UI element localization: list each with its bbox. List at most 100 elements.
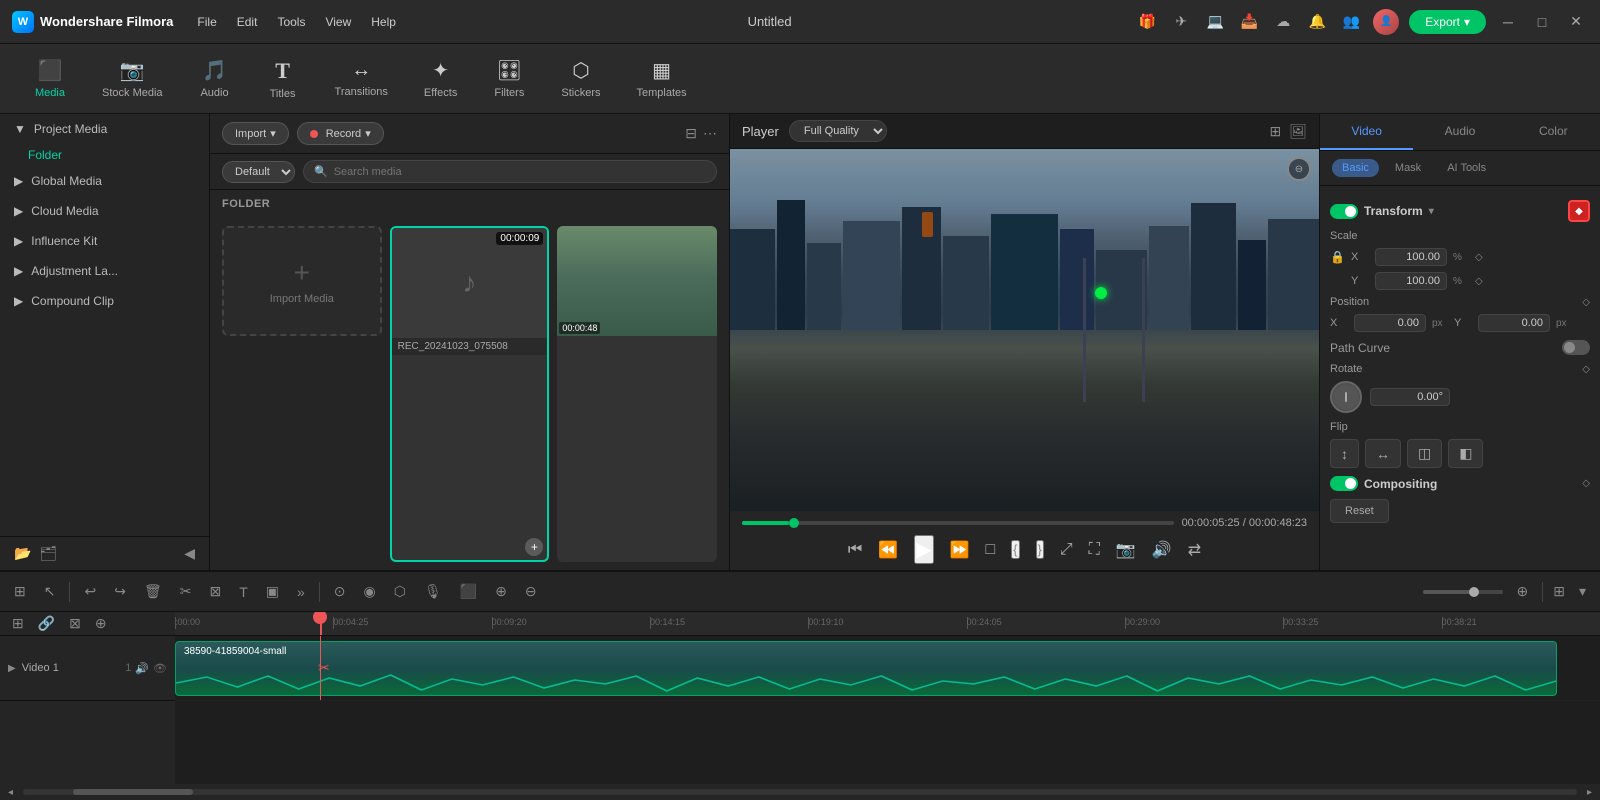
- sub-tab-mask[interactable]: Mask: [1385, 159, 1431, 177]
- toolbar-stock[interactable]: 📷 Stock Media: [88, 52, 177, 105]
- position-x-input[interactable]: [1354, 314, 1426, 332]
- play-button[interactable]: ▶: [914, 535, 933, 564]
- tl-circle-icon[interactable]: ◉: [360, 579, 380, 604]
- tl-redo-icon[interactable]: ↪: [110, 579, 130, 604]
- quality-select[interactable]: Full Quality: [789, 120, 887, 142]
- filter-more-icon[interactable]: ⋯: [703, 125, 717, 142]
- camera-button[interactable]: 📷: [1116, 540, 1136, 560]
- search-box[interactable]: 🔍: [303, 160, 717, 183]
- sidebar-item-adjustment[interactable]: ▶ Adjustment La...: [0, 256, 209, 286]
- rotate-dial[interactable]: [1330, 381, 1362, 413]
- transform-keyframe-button[interactable]: ◆: [1568, 200, 1590, 222]
- tl-trim-icon[interactable]: ⊠: [205, 579, 225, 604]
- tl-grid-icon[interactable]: ⊞: [1553, 583, 1565, 600]
- people-icon[interactable]: 👥: [1339, 10, 1363, 34]
- loop-button[interactable]: □: [986, 541, 996, 559]
- tl-chevron-icon[interactable]: ▾: [1575, 579, 1590, 604]
- tl-eye-icon[interactable]: 👁: [153, 662, 167, 675]
- toolbar-titles[interactable]: T Titles: [253, 52, 313, 106]
- tl-shield-icon[interactable]: ⬡: [390, 579, 410, 604]
- sub-tab-basic[interactable]: Basic: [1332, 159, 1379, 177]
- collapse-panel-icon[interactable]: ◀: [184, 545, 195, 562]
- progress-track[interactable]: [742, 521, 1174, 525]
- scale-x-keyframe-icon[interactable]: ◇: [1475, 252, 1483, 263]
- toolbar-filters[interactable]: 🎛 Filters: [479, 52, 539, 105]
- transform-toggle[interactable]: [1330, 204, 1358, 219]
- position-y-input[interactable]: [1478, 314, 1550, 332]
- import-media-placeholder[interactable]: + Import Media: [222, 226, 382, 336]
- tl-more-icon[interactable]: »: [293, 580, 309, 604]
- maximize-icon[interactable]: □: [1530, 10, 1554, 34]
- new-folder-icon[interactable]: 🗂: [39, 545, 57, 562]
- fullscreen-button[interactable]: ⛶: [1089, 541, 1100, 559]
- user-avatar[interactable]: 👤: [1373, 9, 1399, 35]
- sidebar-item-project-media[interactable]: ▼ Project Media: [0, 114, 209, 144]
- range-button[interactable]: ⤢: [1060, 541, 1073, 559]
- tl-add-layer-icon[interactable]: ⊞: [8, 612, 28, 636]
- toolbar-media[interactable]: ⬛ Media: [20, 52, 80, 105]
- menu-help[interactable]: Help: [363, 11, 404, 33]
- search-input[interactable]: [334, 166, 706, 178]
- sidebar-item-cloud-media[interactable]: ▶ Cloud Media: [0, 196, 209, 226]
- flip-h2-button[interactable]: ◫: [1407, 439, 1442, 468]
- tl-speaker-icon[interactable]: 🔊: [135, 662, 149, 675]
- tl-undo-icon[interactable]: ↩: [80, 579, 100, 604]
- gift-icon[interactable]: 🎁: [1135, 10, 1159, 34]
- toolbar-stickers[interactable]: ⬡ Stickers: [547, 52, 614, 105]
- flip-vertical-button[interactable]: ↔: [1365, 439, 1401, 468]
- skip-back-button[interactable]: ⏮: [848, 541, 862, 559]
- sidebar-item-global-media[interactable]: ▶ Global Media: [0, 166, 209, 196]
- folder-select[interactable]: Default: [222, 161, 295, 183]
- tab-color[interactable]: Color: [1507, 114, 1600, 150]
- tab-audio[interactable]: Audio: [1413, 114, 1506, 150]
- share-icon[interactable]: ✈: [1169, 10, 1193, 34]
- toolbar-audio[interactable]: 🎵 Audio: [185, 52, 245, 105]
- rotate-input[interactable]: [1370, 388, 1450, 406]
- close-icon[interactable]: ✕: [1564, 10, 1588, 34]
- sidebar-item-influence-kit[interactable]: ▶ Influence Kit: [0, 226, 209, 256]
- position-keyframe-icon[interactable]: ◇: [1582, 297, 1590, 308]
- scale-y-keyframe-icon[interactable]: ◇: [1475, 276, 1483, 287]
- compositing-keyframe-icon[interactable]: ◇: [1582, 478, 1590, 489]
- tl-mic-icon[interactable]: 🎙: [420, 579, 446, 604]
- media-item-audio[interactable]: ♪ 00:00:09 + REC_20241023_075508: [390, 226, 550, 562]
- scale-x-input[interactable]: [1375, 248, 1447, 266]
- tl-zoom-out-icon[interactable]: ⊖: [521, 579, 541, 604]
- rotate-keyframe-icon[interactable]: ◇: [1582, 364, 1590, 375]
- bell-icon[interactable]: 🔔: [1305, 10, 1329, 34]
- tl-pointer-icon[interactable]: ↖: [40, 579, 60, 604]
- menu-edit[interactable]: Edit: [229, 11, 266, 33]
- tl-zoom-in-icon[interactable]: ⊕: [1513, 579, 1533, 604]
- menu-tools[interactable]: Tools: [269, 11, 313, 33]
- tl-split-icon[interactable]: ⊕: [491, 579, 511, 604]
- filter-sort-icon[interactable]: ⊟: [685, 125, 697, 142]
- grid-view-icon[interactable]: ⊞: [1269, 123, 1281, 140]
- tl-scissors-icon[interactable]: ✂: [176, 579, 196, 604]
- tab-video[interactable]: Video: [1320, 114, 1413, 150]
- scale-y-input[interactable]: [1375, 272, 1447, 290]
- in-point-button[interactable]: {: [1011, 540, 1019, 559]
- transform-expand-icon[interactable]: ▾: [1429, 206, 1434, 217]
- volume-button[interactable]: 🔊: [1152, 540, 1172, 560]
- menu-file[interactable]: File: [189, 11, 224, 33]
- more-button[interactable]: ⇄: [1188, 540, 1201, 560]
- export-button[interactable]: Export ▾: [1409, 10, 1486, 34]
- flip-horizontal-button[interactable]: ↕: [1330, 439, 1359, 468]
- path-curve-toggle[interactable]: [1562, 340, 1590, 355]
- toolbar-templates[interactable]: ▦ Templates: [622, 52, 700, 105]
- compositing-toggle[interactable]: [1330, 476, 1358, 491]
- tl-group-icon[interactable]: ⊠: [65, 612, 85, 636]
- tl-marker-icon[interactable]: ⊙: [330, 579, 350, 604]
- flip-v2-button[interactable]: ◧: [1448, 439, 1483, 468]
- media-item-video[interactable]: 00:00:48: [557, 226, 717, 562]
- zoom-track[interactable]: [1423, 590, 1503, 594]
- step-back-button[interactable]: ⏪: [878, 540, 898, 560]
- tl-multi-icon[interactable]: ⊕: [91, 612, 111, 636]
- cloud-upload-icon[interactable]: ☁: [1271, 10, 1295, 34]
- lock-scale-icon[interactable]: 🔒: [1330, 250, 1345, 264]
- reset-button[interactable]: Reset: [1330, 499, 1389, 523]
- screen-icon[interactable]: 💻: [1203, 10, 1227, 34]
- minimize-icon[interactable]: ─: [1496, 10, 1520, 34]
- tl-crop-icon[interactable]: ▣: [262, 579, 283, 604]
- menu-view[interactable]: View: [317, 11, 359, 33]
